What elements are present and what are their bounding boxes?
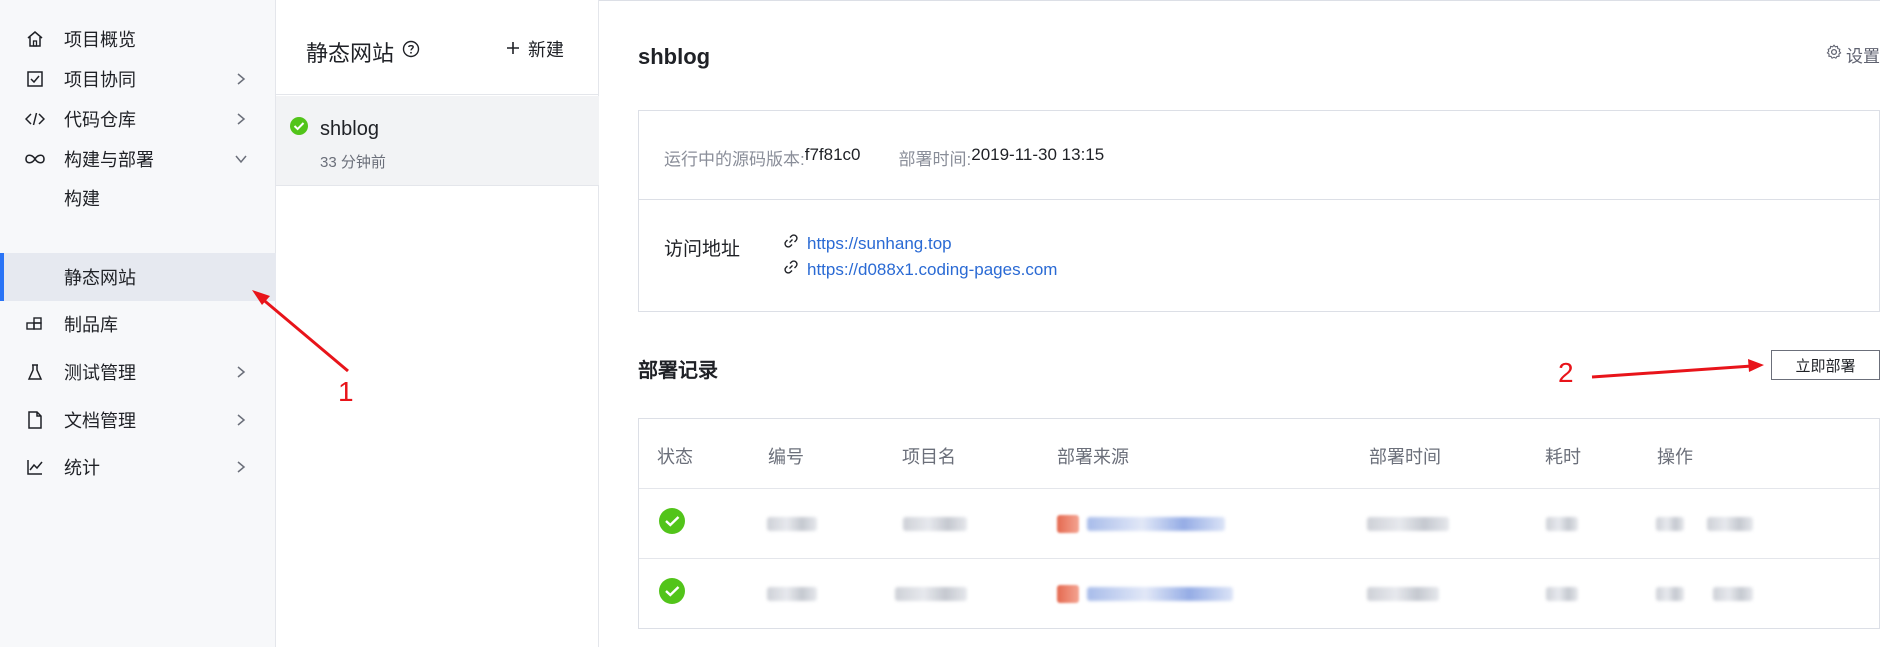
redacted-project-name [903, 517, 967, 531]
site-link[interactable]: https://sunhang.top [783, 233, 952, 254]
chevron-right-icon [234, 72, 248, 86]
document-icon [24, 409, 46, 431]
chevron-down-icon [234, 152, 248, 166]
source-avatar-icon [1057, 515, 1079, 533]
deploy-time-label: 部署时间: [898, 150, 972, 169]
link-icon [783, 259, 799, 280]
version-label: 运行中的源码版本: [664, 150, 805, 169]
deploy-records-table: 状态 编号 项目名 部署来源 部署时间 耗时 操作 [638, 418, 1880, 629]
flask-icon [24, 361, 46, 383]
column-header: 编号 [768, 447, 804, 467]
nav-label: 代码仓库 [64, 110, 136, 130]
column-header: 状态 [657, 447, 693, 467]
nav-label: 制品库 [64, 315, 118, 335]
nav-item-stats[interactable]: 统计 [0, 443, 276, 491]
chart-icon [24, 456, 46, 478]
nav-label: 静态网站 [64, 268, 136, 288]
redacted-duration [1546, 517, 1578, 531]
site-detail: shblog 设置 运行中的源码版本: f7f81c0 部署时间: 2019-1… [600, 0, 1880, 647]
home-icon [24, 28, 46, 50]
chevron-right-icon [234, 460, 248, 474]
deploy-now-button[interactable]: 立即部署 [1771, 350, 1880, 380]
success-check-icon [658, 577, 686, 605]
access-address-card: 访问地址 https://sunhang.top https://d088x1.… [638, 199, 1880, 312]
site-list-header: 静态网站 新建 [276, 0, 599, 95]
column-header: 操作 [1657, 447, 1693, 467]
deploy-records-title: 部署记录 [638, 360, 718, 382]
nav-label: 构建 [64, 189, 100, 209]
settings-button[interactable]: 设置 [1826, 42, 1880, 67]
nav-item-artifacts[interactable]: 制品库 [0, 300, 276, 348]
nav-label: 统计 [64, 458, 100, 478]
redacted-project-name [895, 587, 967, 601]
table-row[interactable] [639, 559, 1879, 629]
redacted-action-delete[interactable] [1713, 587, 1753, 601]
version-value: f7f81c0 [804, 145, 861, 164]
table-row[interactable] [639, 489, 1879, 559]
nav-label: 文档管理 [64, 411, 136, 431]
success-check-icon [289, 116, 311, 138]
nav-label: 项目概览 [64, 30, 136, 50]
nav-subitem-static-site[interactable]: 静态网站 [0, 253, 276, 301]
redacted-action[interactable] [1707, 517, 1753, 531]
nav-label: 测试管理 [64, 363, 136, 383]
plus-icon [506, 39, 520, 60]
link-url: https://sunhang.top [807, 233, 952, 253]
chevron-right-icon [234, 413, 248, 427]
page-title: shblog [638, 44, 711, 69]
site-list-title: 静态网站 [306, 41, 395, 66]
redacted-deploy-time [1367, 587, 1439, 601]
annotation-label-1: 1 [338, 376, 354, 407]
settings-label: 设置 [1846, 47, 1880, 66]
infinity-icon [24, 148, 46, 170]
new-site-button[interactable]: 新建 [506, 36, 564, 62]
annotation-label-2: 2 [1558, 357, 1574, 388]
column-header: 项目名 [902, 447, 956, 467]
chevron-right-icon [234, 112, 248, 126]
side-nav: 项目概览 项目协同 代码仓库 构建与部署 构建 静态网站 制品库 测试管理 文档… [0, 0, 276, 647]
link-icon [783, 233, 799, 254]
version-meta: 运行中的源码版本: f7f81c0 部署时间: 2019-11-30 13:15 [664, 145, 1104, 170]
redacted-source [1087, 587, 1233, 601]
column-header: 部署来源 [1057, 447, 1129, 467]
link-url: https://d088x1.coding-pages.com [807, 259, 1058, 279]
nav-label: 项目协同 [64, 70, 136, 90]
nav-item-docs[interactable]: 文档管理 [0, 396, 276, 444]
address-label: 访问地址 [664, 239, 741, 260]
checkbox-icon [24, 68, 46, 90]
boxes-icon [24, 313, 46, 335]
source-avatar-icon [1057, 585, 1079, 603]
site-list-panel: 静态网站 新建 shblog 33 分钟前 [276, 0, 599, 647]
new-site-label: 新建 [528, 40, 564, 60]
site-list-item[interactable]: shblog 33 分钟前 [276, 96, 599, 186]
redacted-deploy-time [1367, 517, 1449, 531]
redacted-action-log[interactable] [1656, 587, 1684, 601]
column-header: 耗时 [1545, 447, 1581, 467]
table-header: 状态 编号 项目名 部署来源 部署时间 耗时 操作 [639, 419, 1879, 489]
nav-item-testing[interactable]: 测试管理 [0, 348, 276, 396]
site-updated-time: 33 分钟前 [320, 154, 386, 171]
success-check-icon [658, 507, 686, 535]
code-icon [24, 108, 46, 130]
help-icon[interactable] [402, 40, 420, 58]
nav-label: 构建与部署 [64, 150, 154, 170]
gear-icon [1826, 44, 1842, 65]
redacted-source [1087, 517, 1225, 531]
site-link[interactable]: https://d088x1.coding-pages.com [783, 259, 1057, 280]
column-header: 部署时间 [1369, 447, 1441, 467]
deploy-time-value: 2019-11-30 13:15 [971, 145, 1105, 164]
redacted-id [767, 587, 817, 601]
site-name: shblog [320, 118, 379, 140]
nav-subitem-build[interactable]: 构建 [0, 174, 276, 222]
redacted-id [767, 517, 817, 531]
redacted-duration [1546, 587, 1578, 601]
chevron-right-icon [234, 365, 248, 379]
version-info-card: 运行中的源码版本: f7f81c0 部署时间: 2019-11-30 13:15 [638, 110, 1880, 200]
redacted-action-log[interactable] [1656, 517, 1684, 531]
